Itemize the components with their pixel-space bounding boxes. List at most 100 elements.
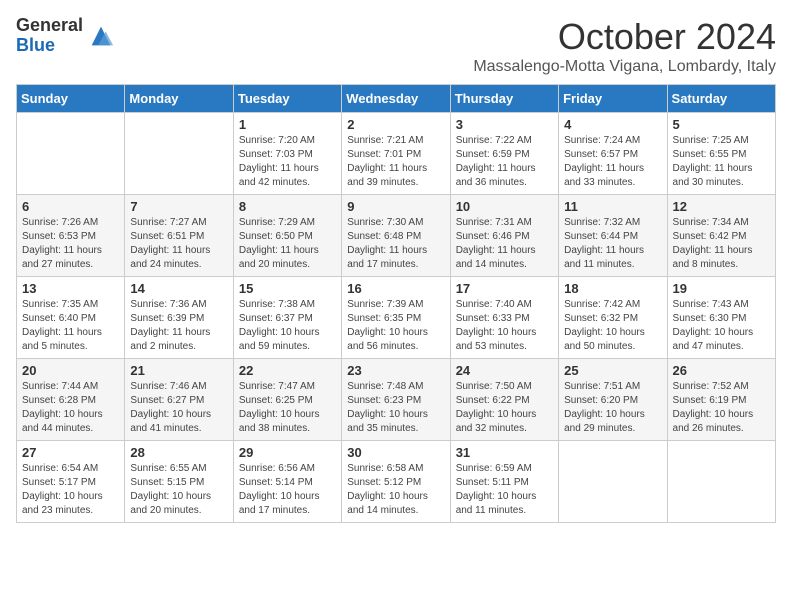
calendar-cell bbox=[17, 113, 125, 195]
month-title: October 2024 bbox=[473, 16, 776, 58]
calendar-cell: 13 Sunrise: 7:35 AMSunset: 6:40 PMDayligh… bbox=[17, 277, 125, 359]
cell-info: Sunrise: 6:54 AMSunset: 5:17 PMDaylight:… bbox=[22, 462, 119, 518]
cell-info: Sunrise: 7:42 AMSunset: 6:32 PMDaylight:… bbox=[564, 298, 661, 354]
calendar-cell: 6 Sunrise: 7:26 AMSunset: 6:53 PMDaylight… bbox=[17, 195, 125, 277]
calendar-cell: 31 Sunrise: 6:59 AMSunset: 5:11 PMDayligh… bbox=[450, 441, 558, 523]
calendar-cell: 1 Sunrise: 7:20 AMSunset: 7:03 PMDaylight… bbox=[233, 113, 341, 195]
calendar-cell: 17 Sunrise: 7:40 AMSunset: 6:33 PMDayligh… bbox=[450, 277, 558, 359]
cell-info: Sunrise: 7:46 AMSunset: 6:27 PMDaylight:… bbox=[130, 380, 227, 436]
calendar-cell: 26Sunrise: 7:52 AMSunset: 6:19 PMDayligh… bbox=[667, 359, 775, 441]
cell-info: Sunrise: 7:43 AMSunset: 6:30 PMDaylight:… bbox=[673, 298, 770, 354]
day-number: 17 bbox=[456, 281, 553, 296]
cell-info: Sunrise: 7:24 AMSunset: 6:57 PMDaylight:… bbox=[564, 134, 661, 190]
calendar-cell: 5 Sunrise: 7:25 AMSunset: 6:55 PMDaylight… bbox=[667, 113, 775, 195]
day-number: 19 bbox=[673, 281, 770, 296]
day-number: 14 bbox=[130, 281, 227, 296]
cell-info: Sunrise: 7:32 AMSunset: 6:44 PMDaylight:… bbox=[564, 216, 661, 272]
day-number: 31 bbox=[456, 445, 553, 460]
day-number: 1 bbox=[239, 117, 336, 132]
calendar-cell: 2 Sunrise: 7:21 AMSunset: 7:01 PMDaylight… bbox=[342, 113, 450, 195]
calendar-header-cell: Wednesday bbox=[342, 85, 450, 113]
calendar-header-cell: Thursday bbox=[450, 85, 558, 113]
cell-info: Sunrise: 7:40 AMSunset: 6:33 PMDaylight:… bbox=[456, 298, 553, 354]
calendar-cell: 4 Sunrise: 7:24 AMSunset: 6:57 PMDaylight… bbox=[559, 113, 667, 195]
calendar-cell bbox=[667, 441, 775, 523]
cell-info: Sunrise: 7:25 AMSunset: 6:55 PMDaylight:… bbox=[673, 134, 770, 190]
cell-info: Sunrise: 7:29 AMSunset: 6:50 PMDaylight:… bbox=[239, 216, 336, 272]
day-number: 30 bbox=[347, 445, 444, 460]
cell-info: Sunrise: 7:22 AMSunset: 6:59 PMDaylight:… bbox=[456, 134, 553, 190]
calendar-cell: 27 Sunrise: 6:54 AMSunset: 5:17 PMDayligh… bbox=[17, 441, 125, 523]
logo: General Blue bbox=[16, 16, 115, 56]
day-number: 12 bbox=[673, 199, 770, 214]
day-number: 20 bbox=[22, 363, 119, 378]
day-number: 2 bbox=[347, 117, 444, 132]
calendar-cell: 22Sunrise: 7:47 AMSunset: 6:25 PMDayligh… bbox=[233, 359, 341, 441]
cell-info: Sunrise: 7:35 AMSunset: 6:40 PMDaylight:… bbox=[22, 298, 119, 354]
cell-info: Sunrise: 7:36 AMSunset: 6:39 PMDaylight:… bbox=[130, 298, 227, 354]
cell-info: Sunrise: 7:50 AMSunset: 6:22 PMDaylight:… bbox=[456, 380, 553, 436]
calendar-table: SundayMondayTuesdayWednesdayThursdayFrid… bbox=[16, 84, 776, 523]
cell-info: Sunrise: 7:20 AMSunset: 7:03 PMDaylight:… bbox=[239, 134, 336, 190]
cell-info: Sunrise: 7:51 AMSunset: 6:20 PMDaylight:… bbox=[564, 380, 661, 436]
logo-blue: Blue bbox=[16, 36, 83, 56]
calendar-header-cell: Monday bbox=[125, 85, 233, 113]
calendar-cell: 18Sunrise: 7:42 AMSunset: 6:32 PMDayligh… bbox=[559, 277, 667, 359]
header: General Blue October 2024 Massalengo-Mot… bbox=[16, 16, 776, 76]
day-number: 21 bbox=[130, 363, 227, 378]
cell-info: Sunrise: 6:59 AMSunset: 5:11 PMDaylight:… bbox=[456, 462, 553, 518]
calendar-cell: 10Sunrise: 7:31 AMSunset: 6:46 PMDayligh… bbox=[450, 195, 558, 277]
day-number: 7 bbox=[130, 199, 227, 214]
calendar-cell: 28 Sunrise: 6:55 AMSunset: 5:15 PMDayligh… bbox=[125, 441, 233, 523]
day-number: 23 bbox=[347, 363, 444, 378]
day-number: 15 bbox=[239, 281, 336, 296]
cell-info: Sunrise: 6:55 AMSunset: 5:15 PMDaylight:… bbox=[130, 462, 227, 518]
cell-info: Sunrise: 7:30 AMSunset: 6:48 PMDaylight:… bbox=[347, 216, 444, 272]
calendar-cell: 11Sunrise: 7:32 AMSunset: 6:44 PMDayligh… bbox=[559, 195, 667, 277]
day-number: 26 bbox=[673, 363, 770, 378]
calendar-cell: 12Sunrise: 7:34 AMSunset: 6:42 PMDayligh… bbox=[667, 195, 775, 277]
day-number: 16 bbox=[347, 281, 444, 296]
location-title: Massalengo-Motta Vigana, Lombardy, Italy bbox=[473, 58, 776, 76]
calendar-week-row: 1 Sunrise: 7:20 AMSunset: 7:03 PMDaylight… bbox=[17, 113, 776, 195]
cell-info: Sunrise: 7:47 AMSunset: 6:25 PMDaylight:… bbox=[239, 380, 336, 436]
calendar-cell: 7 Sunrise: 7:27 AMSunset: 6:51 PMDaylight… bbox=[125, 195, 233, 277]
calendar-cell: 14 Sunrise: 7:36 AMSunset: 6:39 PMDayligh… bbox=[125, 277, 233, 359]
day-number: 25 bbox=[564, 363, 661, 378]
day-number: 4 bbox=[564, 117, 661, 132]
day-number: 6 bbox=[22, 199, 119, 214]
calendar-header-cell: Tuesday bbox=[233, 85, 341, 113]
calendar-week-row: 13 Sunrise: 7:35 AMSunset: 6:40 PMDayligh… bbox=[17, 277, 776, 359]
title-area: October 2024 Massalengo-Motta Vigana, Lo… bbox=[473, 16, 776, 76]
cell-info: Sunrise: 7:38 AMSunset: 6:37 PMDaylight:… bbox=[239, 298, 336, 354]
cell-info: Sunrise: 7:21 AMSunset: 7:01 PMDaylight:… bbox=[347, 134, 444, 190]
day-number: 27 bbox=[22, 445, 119, 460]
day-number: 8 bbox=[239, 199, 336, 214]
cell-info: Sunrise: 7:39 AMSunset: 6:35 PMDaylight:… bbox=[347, 298, 444, 354]
day-number: 24 bbox=[456, 363, 553, 378]
calendar-header-cell: Sunday bbox=[17, 85, 125, 113]
calendar-cell: 23 Sunrise: 7:48 AMSunset: 6:23 PMDayligh… bbox=[342, 359, 450, 441]
calendar-header-cell: Friday bbox=[559, 85, 667, 113]
cell-info: Sunrise: 7:27 AMSunset: 6:51 PMDaylight:… bbox=[130, 216, 227, 272]
calendar-cell bbox=[559, 441, 667, 523]
calendar-cell: 30 Sunrise: 6:58 AMSunset: 5:12 PMDayligh… bbox=[342, 441, 450, 523]
day-number: 28 bbox=[130, 445, 227, 460]
logo-icon bbox=[87, 22, 115, 50]
calendar-cell: 24 Sunrise: 7:50 AMSunset: 6:22 PMDayligh… bbox=[450, 359, 558, 441]
cell-info: Sunrise: 7:26 AMSunset: 6:53 PMDaylight:… bbox=[22, 216, 119, 272]
logo-text: General Blue bbox=[16, 16, 83, 56]
calendar-cell: 25 Sunrise: 7:51 AMSunset: 6:20 PMDayligh… bbox=[559, 359, 667, 441]
calendar-header-cell: Saturday bbox=[667, 85, 775, 113]
cell-info: Sunrise: 6:58 AMSunset: 5:12 PMDaylight:… bbox=[347, 462, 444, 518]
logo-general: General bbox=[16, 16, 83, 36]
day-number: 29 bbox=[239, 445, 336, 460]
day-number: 5 bbox=[673, 117, 770, 132]
calendar-week-row: 20Sunrise: 7:44 AMSunset: 6:28 PMDayligh… bbox=[17, 359, 776, 441]
calendar-week-row: 6 Sunrise: 7:26 AMSunset: 6:53 PMDaylight… bbox=[17, 195, 776, 277]
calendar-cell: 9Sunrise: 7:30 AMSunset: 6:48 PMDaylight… bbox=[342, 195, 450, 277]
day-number: 13 bbox=[22, 281, 119, 296]
cell-info: Sunrise: 7:48 AMSunset: 6:23 PMDaylight:… bbox=[347, 380, 444, 436]
calendar-cell: 8 Sunrise: 7:29 AMSunset: 6:50 PMDaylight… bbox=[233, 195, 341, 277]
calendar-cell: 21 Sunrise: 7:46 AMSunset: 6:27 PMDayligh… bbox=[125, 359, 233, 441]
